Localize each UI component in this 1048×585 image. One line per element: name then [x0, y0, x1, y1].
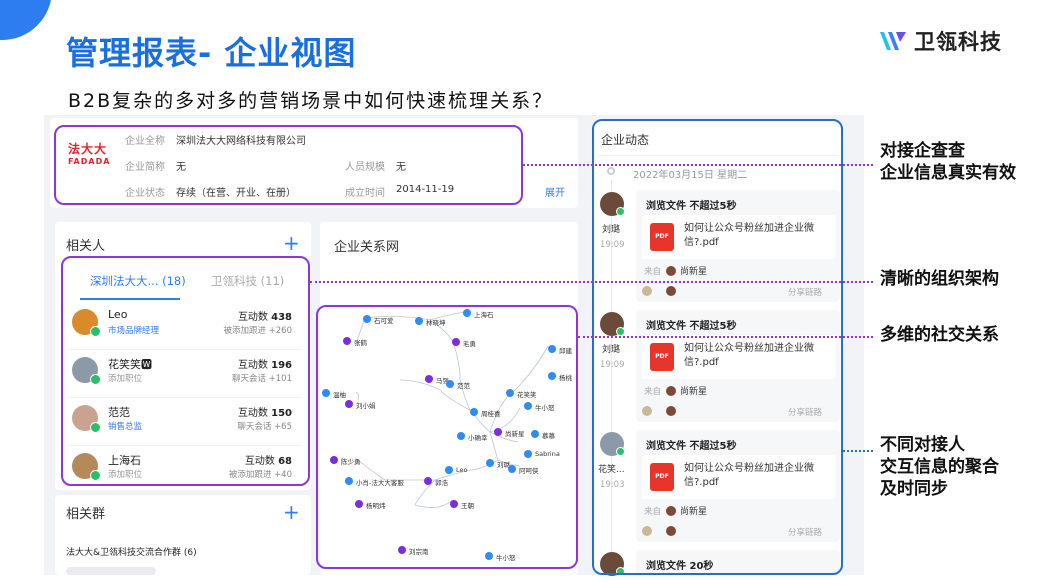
relation-node[interactable] — [446, 380, 454, 388]
relation-node[interactable] — [445, 466, 453, 474]
expand-link[interactable]: 展开 — [545, 184, 565, 199]
relation-node[interactable] — [415, 317, 423, 325]
group-item[interactable]: 法大大&卫瓴科技交流合作群 (6) — [66, 545, 197, 558]
relation-node[interactable] — [425, 375, 433, 383]
relation-node[interactable] — [531, 430, 539, 438]
relation-node[interactable] — [524, 402, 532, 410]
relation-node-label: 周桂喜 — [481, 410, 501, 418]
relation-node-label: 花笑笑 — [517, 391, 537, 399]
brand-mark-icon — [880, 32, 906, 50]
brand-logo: 卫瓴科技 — [878, 26, 1002, 56]
relation-node[interactable] — [494, 428, 502, 436]
relation-node-label: 郭浩 — [435, 479, 448, 487]
relation-node[interactable] — [457, 432, 465, 440]
annotation-enterprise-info: 对接企查查 企业信息真实有效 — [880, 140, 1016, 184]
relation-node[interactable] — [424, 477, 432, 485]
relation-node-label: 杨桃 — [559, 374, 572, 382]
relation-node-label: 林晓坤 — [426, 319, 446, 327]
relation-node[interactable] — [470, 408, 478, 416]
relation-node-label: 杨明炜 — [366, 502, 386, 510]
relation-node[interactable] — [548, 345, 556, 353]
relation-node-label: 石可爱 — [374, 317, 394, 325]
annotation-interaction-sync: 不同对接人 交互信息的聚合 及时同步 — [880, 434, 999, 500]
annotation-line: 交互信息的聚合 — [880, 457, 999, 477]
relation-node-label: 慕慕 — [542, 432, 555, 440]
relation-node-label: 尚新星 — [505, 430, 525, 438]
annotation-social-relations: 多维的社交关系 — [880, 325, 999, 345]
connector-line — [578, 336, 873, 338]
highlight-company-info — [54, 125, 523, 205]
relation-node[interactable] — [343, 337, 351, 345]
relation-node[interactable] — [363, 315, 371, 323]
relation-node-label: 牛小怒 — [496, 554, 516, 562]
relation-node-label: 邱建 — [559, 347, 572, 355]
relation-node-label: 王朝 — [461, 502, 474, 510]
slide-subtitle: B2B复杂的多对多的营销场景中如何快速梳理关系？ — [68, 90, 554, 112]
relation-node-label: 毛勇 — [463, 340, 476, 348]
relation-node-label: 温柚 — [333, 391, 346, 399]
slide-title: 管理报表- 企业视图 — [66, 34, 357, 72]
relation-node[interactable] — [463, 309, 471, 317]
relation-node[interactable] — [485, 552, 493, 560]
relation-node-label: 张鹤 — [354, 339, 367, 347]
relation-node[interactable] — [506, 389, 514, 397]
corner-decoration — [0, 0, 52, 40]
annotation-line: 及时同步 — [880, 479, 948, 499]
add-group-button[interactable]: + — [283, 502, 300, 522]
add-contact-button[interactable]: + — [283, 233, 300, 253]
relation-node[interactable] — [322, 389, 330, 397]
annotation-line: 不同对接人 — [880, 435, 965, 455]
relation-node-label: 陈少勇 — [341, 458, 361, 466]
relation-node[interactable] — [508, 465, 516, 473]
relation-node[interactable] — [345, 477, 353, 485]
highlight-contacts — [61, 256, 310, 486]
relation-node-label: Sabrina — [535, 450, 560, 458]
relation-node-label: 刘宗南 — [409, 548, 429, 556]
relation-node[interactable] — [330, 456, 338, 464]
annotation-org-structure: 清晰的组织架构 — [880, 269, 999, 289]
relation-node-label: 小确幸 — [468, 434, 488, 442]
connector-line — [310, 281, 873, 283]
relation-node[interactable] — [345, 400, 353, 408]
relation-node[interactable] — [452, 338, 460, 346]
connector-line — [523, 164, 873, 166]
relation-node-label: 范范 — [457, 382, 470, 390]
relation-node[interactable] — [450, 500, 458, 508]
groups-title: 相关群 — [66, 507, 106, 522]
relation-node[interactable] — [398, 546, 406, 554]
brand-name: 卫瓴科技 — [914, 30, 1002, 54]
relation-node-label: 牛小怒 — [535, 404, 555, 412]
contacts-title: 相关人 — [66, 239, 106, 254]
relation-node[interactable] — [355, 500, 363, 508]
highlight-activity — [592, 119, 843, 575]
relation-node-label: 刘小娟 — [356, 402, 376, 410]
relation-node-label: 阿呵侠 — [519, 467, 539, 475]
group-member-avatars — [66, 567, 156, 575]
relation-node[interactable] — [524, 450, 532, 458]
annotation-line: 企业信息真实有效 — [880, 163, 1016, 183]
relation-title: 企业关系网 — [334, 240, 400, 255]
relation-node[interactable] — [548, 372, 556, 380]
relation-node-label: Leo — [456, 466, 468, 474]
relation-node-label: 小肖-法大大客服 — [356, 479, 404, 487]
connector-line — [843, 450, 873, 452]
relation-node[interactable] — [486, 459, 494, 467]
annotation-line: 对接企查查 — [880, 141, 965, 161]
relation-node-label: 上海石 — [474, 311, 494, 319]
